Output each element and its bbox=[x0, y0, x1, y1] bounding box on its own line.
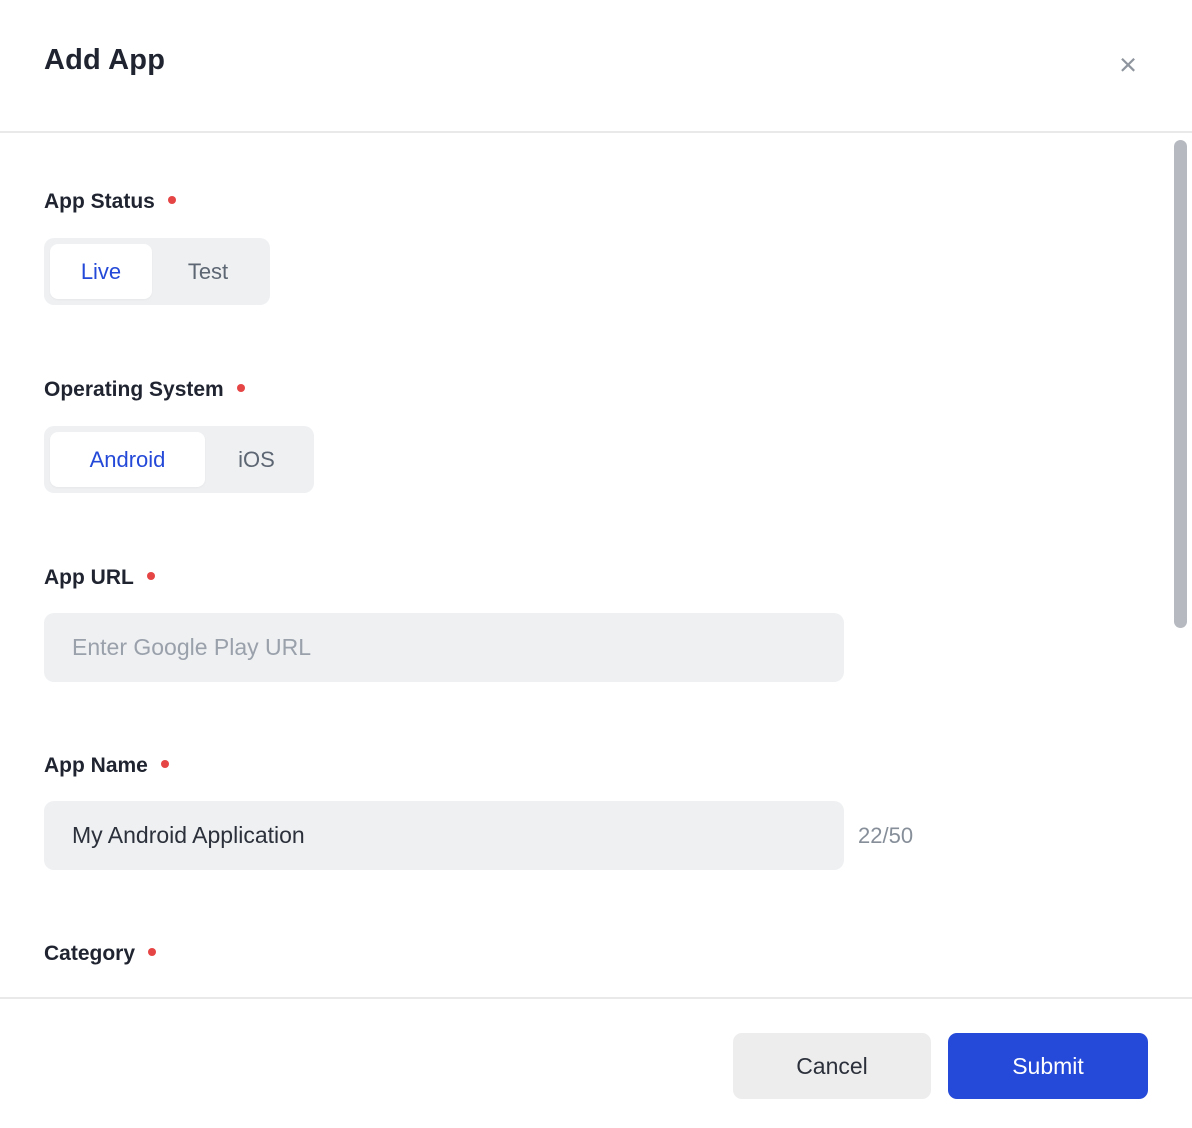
category-label-text: Category bbox=[44, 942, 136, 965]
app-name-label-text: App Name bbox=[44, 754, 148, 777]
os-option-android[interactable]: Android bbox=[50, 432, 205, 487]
required-dot bbox=[160, 760, 169, 768]
cancel-button[interactable]: Cancel bbox=[733, 1033, 931, 1099]
required-dot bbox=[148, 948, 157, 956]
required-dot bbox=[236, 384, 245, 392]
submit-button[interactable]: Submit bbox=[948, 1033, 1148, 1099]
app-name-input[interactable] bbox=[44, 801, 844, 870]
scrollbar-thumb[interactable] bbox=[1174, 140, 1187, 628]
app-status-segmented-control: Live Test bbox=[44, 238, 270, 305]
header-divider bbox=[0, 131, 1192, 133]
app-status-option-test[interactable]: Test bbox=[152, 244, 264, 299]
category-label: Category bbox=[44, 942, 157, 966]
os-option-ios[interactable]: iOS bbox=[205, 432, 308, 487]
app-url-input[interactable] bbox=[44, 613, 844, 682]
modal-title: Add App bbox=[44, 44, 166, 76]
required-dot bbox=[146, 572, 155, 580]
footer-divider bbox=[0, 997, 1192, 999]
required-dot bbox=[167, 196, 176, 204]
app-url-label-text: App URL bbox=[44, 566, 134, 589]
operating-system-label: Operating System bbox=[44, 378, 245, 402]
app-url-label: App URL bbox=[44, 566, 155, 590]
operating-system-label-text: Operating System bbox=[44, 378, 224, 401]
operating-system-segmented-control: Android iOS bbox=[44, 426, 314, 493]
char-counter: 22/50 bbox=[858, 822, 914, 848]
app-name-label: App Name bbox=[44, 754, 169, 778]
app-status-label-text: App Status bbox=[44, 190, 155, 213]
close-icon[interactable]: × bbox=[1106, 42, 1150, 86]
app-status-option-live[interactable]: Live bbox=[50, 244, 152, 299]
app-status-label: App Status bbox=[44, 190, 176, 214]
